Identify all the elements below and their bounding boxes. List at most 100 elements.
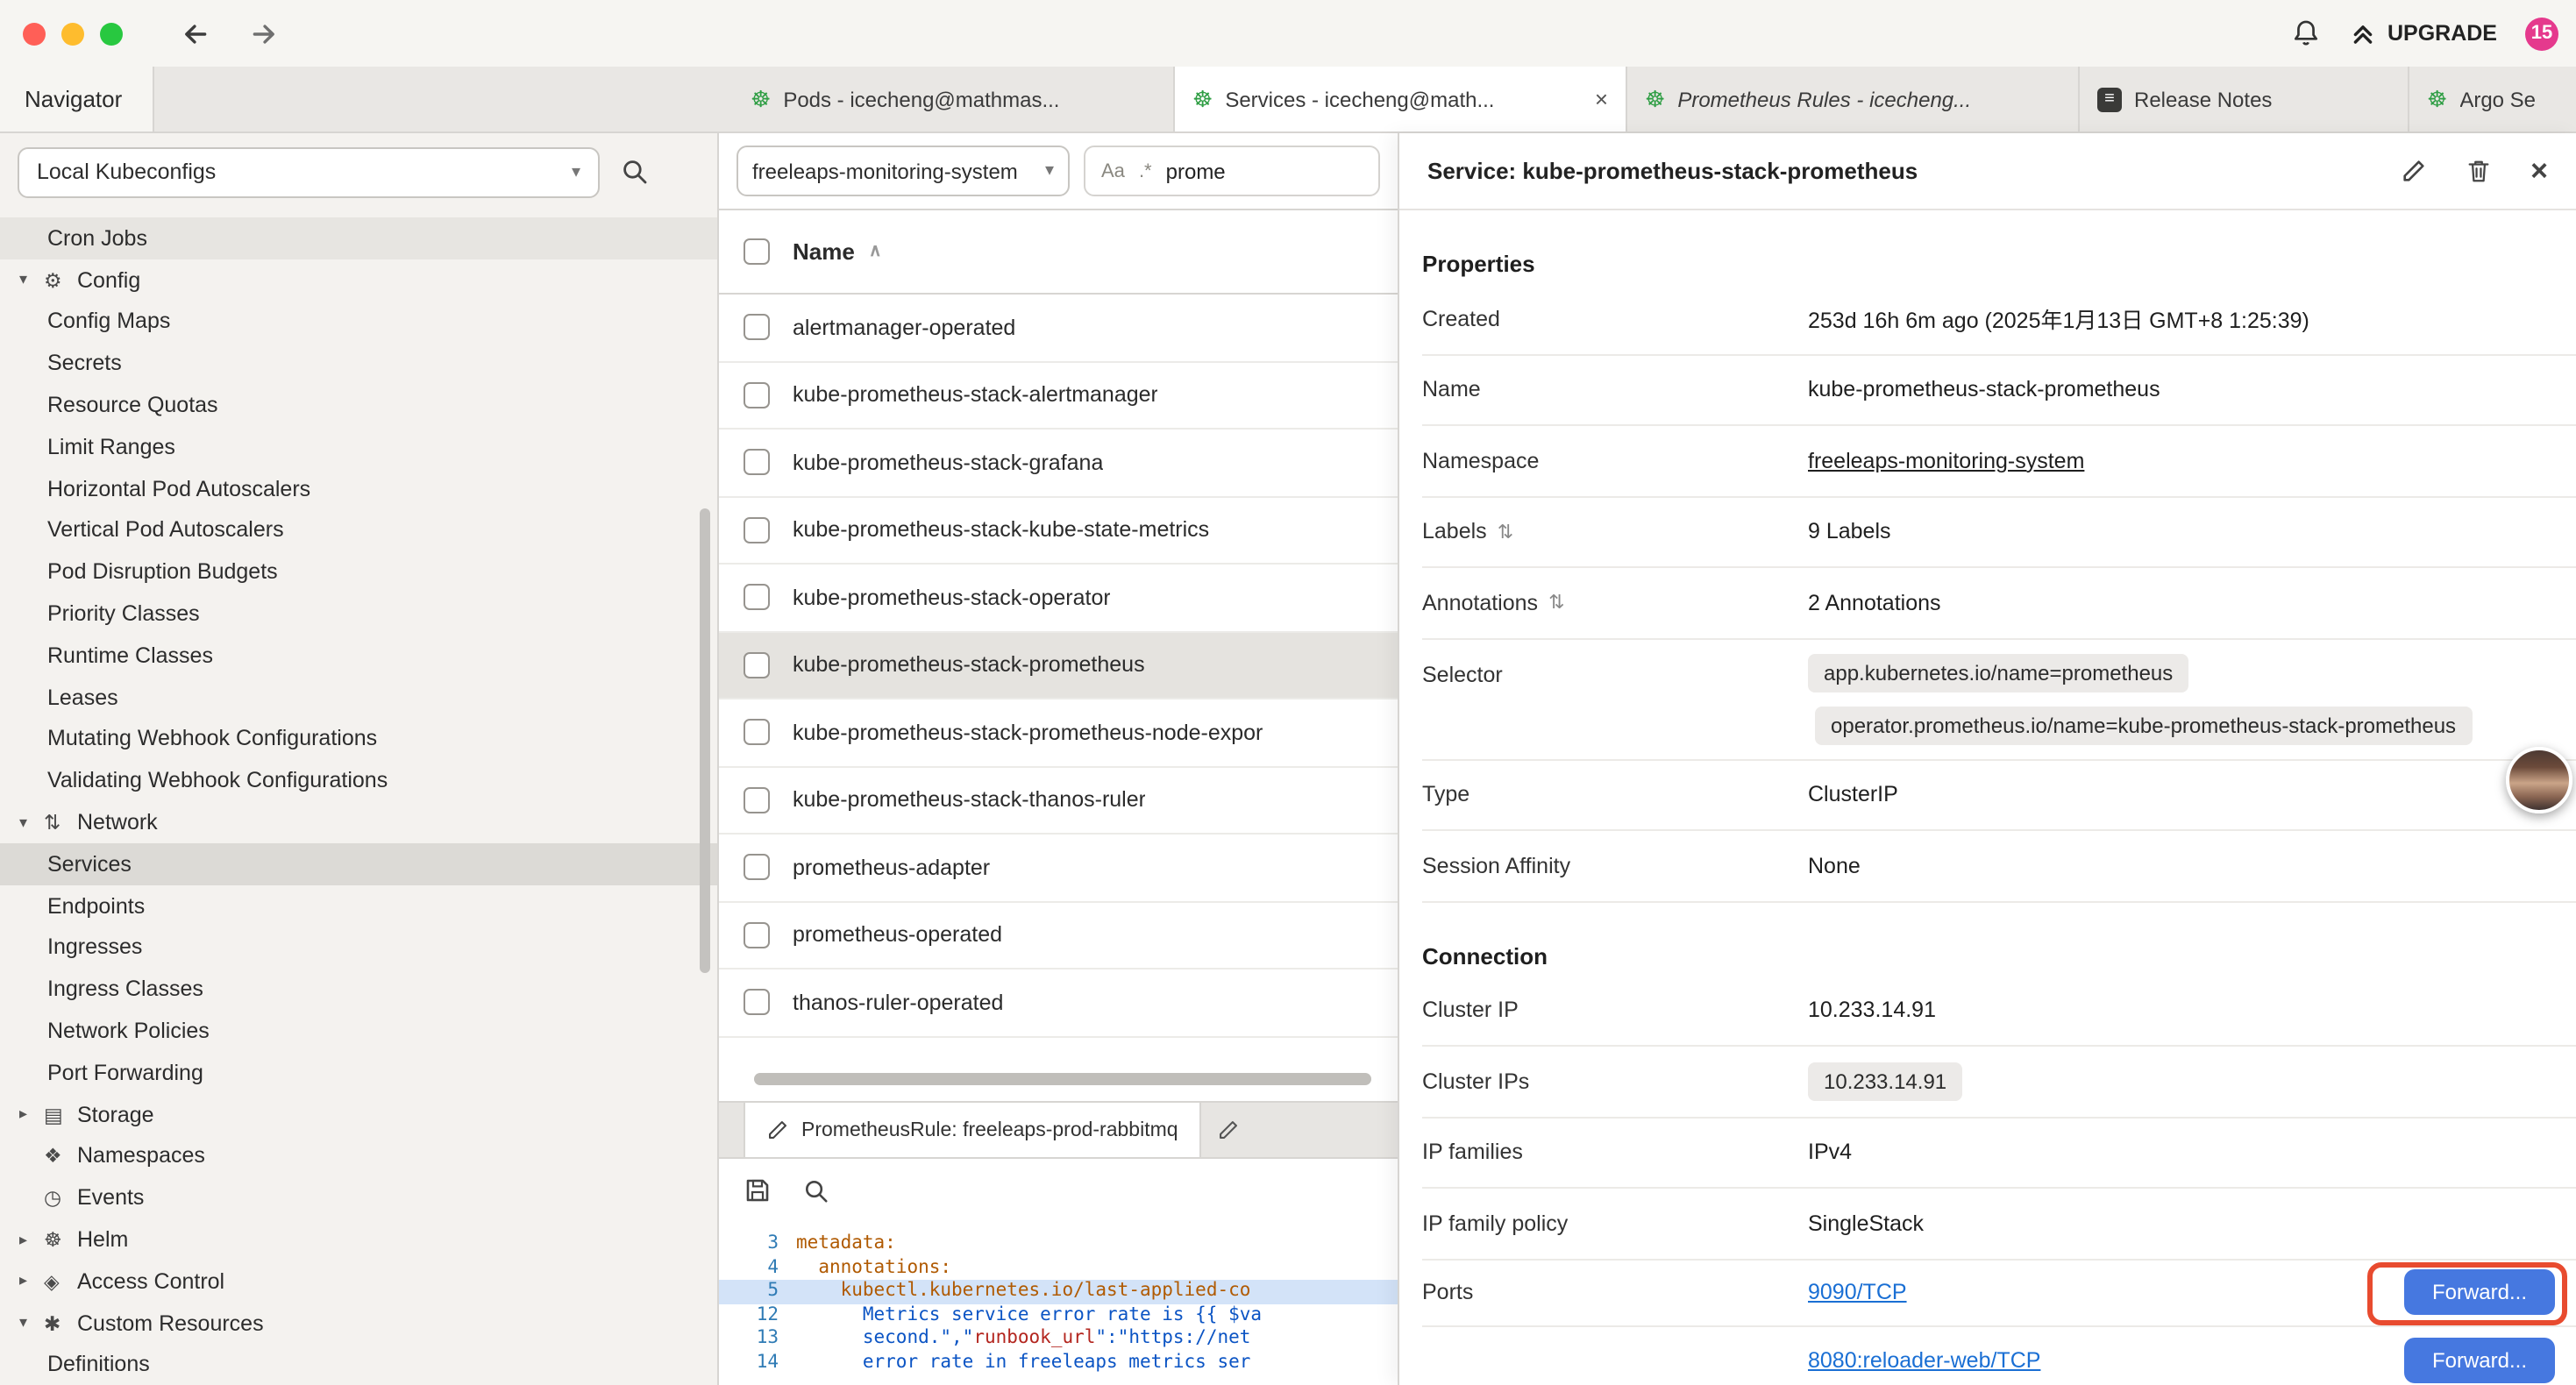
port-link[interactable]: 8080:reloader-web/TCP (1808, 1347, 2040, 1372)
sidebar-item-port-forwarding[interactable]: Port Forwarding (0, 1052, 717, 1094)
row-checkbox[interactable] (744, 450, 770, 476)
back-button[interactable] (181, 18, 210, 48)
service-row-prometheus-adapter[interactable]: prometheus-adapter (719, 835, 1398, 902)
close-window-button[interactable] (23, 22, 46, 45)
code-line[interactable]: 14 error rate in freeleaps metrics ser (719, 1351, 1398, 1374)
service-row-kube-prometheus-stack-prometheus[interactable]: kube-prometheus-stack-prometheus (719, 632, 1398, 700)
match-case-toggle[interactable]: Aa (1101, 160, 1125, 181)
yaml-editor[interactable]: 3metadata:4 annotations:5 kubectl.kubern… (719, 1222, 1398, 1385)
sidebar-item-config-maps[interactable]: Config Maps (0, 301, 717, 343)
notification-count-badge[interactable]: 15 (2525, 17, 2558, 50)
kubeconfig-select[interactable]: Local Kubeconfigs ▾ (18, 146, 600, 197)
forward-button[interactable] (249, 18, 279, 48)
port-link[interactable]: 9090/TCP (1808, 1280, 1907, 1304)
row-checkbox[interactable] (744, 720, 770, 746)
row-checkbox[interactable] (744, 585, 770, 611)
edit-service-button[interactable] (2401, 158, 2427, 184)
sidebar-item-helm[interactable]: ▸☸Helm (0, 1218, 717, 1261)
sidebar-item-priority-classes[interactable]: Priority Classes (0, 593, 717, 635)
chevron-right-icon[interactable]: ▸ (19, 1272, 44, 1291)
sidebar-item-access-control[interactable]: ▸◈Access Control (0, 1261, 717, 1303)
sidebar-item-validating-webhook-configurations[interactable]: Validating Webhook Configurations (0, 760, 717, 802)
sidebar-item-ingress-classes[interactable]: Ingress Classes (0, 969, 717, 1011)
service-row-kube-prometheus-stack-alertmanager[interactable]: kube-prometheus-stack-alertmanager (719, 362, 1398, 430)
chevron-down-icon[interactable]: ▾ (19, 1313, 44, 1332)
row-checkbox[interactable] (744, 855, 770, 881)
close-detail-button[interactable]: × (2530, 156, 2548, 186)
row-checkbox[interactable] (744, 517, 770, 543)
sort-updown-icon[interactable]: ⇅ (1548, 592, 1564, 614)
tab-pods-icecheng-mathmas[interactable]: ☸Pods - icecheng@mathmas... (733, 67, 1175, 131)
row-checkbox[interactable] (744, 315, 770, 341)
chevron-right-icon[interactable]: ▸ (19, 1230, 44, 1249)
sidebar-item-custom-resources[interactable]: ▾✱Custom Resources (0, 1302, 717, 1344)
sidebar-item-horizontal-pod-autoscalers[interactable]: Horizontal Pod Autoscalers (0, 468, 717, 510)
service-row-alertmanager-operated[interactable]: alertmanager-operated (719, 295, 1398, 362)
editor-tab-prometheusrule[interactable]: PrometheusRule: freeleaps-prod-rabbitmq (744, 1103, 1201, 1157)
service-row-thanos-ruler-operated[interactable]: thanos-ruler-operated (719, 970, 1398, 1037)
sidebar-item-cron-jobs[interactable]: Cron Jobs (0, 217, 717, 259)
service-row-kube-prometheus-stack-thanos-ruler[interactable]: kube-prometheus-stack-thanos-ruler (719, 767, 1398, 835)
sidebar-item-network[interactable]: ▾⇅Network (0, 801, 717, 843)
row-checkbox[interactable] (744, 990, 770, 1016)
service-row-kube-prometheus-stack-prometheus-node-expor[interactable]: kube-prometheus-stack-prometheus-node-ex… (719, 700, 1398, 767)
sidebar-item-storage[interactable]: ▸▤Storage (0, 1093, 717, 1135)
close-tab-icon[interactable]: × (1595, 86, 1608, 112)
tab-release-notes[interactable]: ≡Release Notes (2080, 67, 2409, 131)
row-checkbox[interactable] (744, 922, 770, 948)
horizontal-scrollbar[interactable] (754, 1073, 1371, 1085)
sidebar-item-leases[interactable]: Leases (0, 677, 717, 719)
filter-search-input[interactable]: Aa .* prome (1084, 146, 1380, 196)
editor-tab-partial[interactable] (1201, 1103, 1398, 1157)
tab-prometheus-rules-icecheng[interactable]: ☸Prometheus Rules - icecheng... (1627, 67, 2080, 131)
regex-toggle[interactable]: .* (1139, 160, 1152, 181)
code-line[interactable]: 4 annotations: (719, 1256, 1398, 1280)
row-checkbox[interactable] (744, 652, 770, 678)
sidebar-item-runtime-classes[interactable]: Runtime Classes (0, 635, 717, 677)
sidebar-item-network-policies[interactable]: Network Policies (0, 1010, 717, 1052)
user-avatar[interactable] (2506, 747, 2572, 813)
chevron-down-icon[interactable]: ▾ (19, 270, 44, 289)
service-row-kube-prometheus-stack-grafana[interactable]: kube-prometheus-stack-grafana (719, 430, 1398, 497)
sidebar-item-limit-ranges[interactable]: Limit Ranges (0, 426, 717, 468)
select-all-checkbox[interactable] (744, 238, 770, 265)
sidebar-item-ingresses[interactable]: Ingresses (0, 927, 717, 969)
notifications-bell-icon[interactable] (2291, 18, 2323, 49)
sidebar-item-pod-disruption-budgets[interactable]: Pod Disruption Budgets (0, 551, 717, 593)
service-row-kube-prometheus-stack-kube-state-metrics[interactable]: kube-prometheus-stack-kube-state-metrics (719, 497, 1398, 565)
service-row-kube-prometheus-stack-operator[interactable]: kube-prometheus-stack-operator (719, 565, 1398, 632)
editor-search-icon[interactable] (803, 1177, 829, 1204)
namespace-link[interactable]: freeleaps-monitoring-system (1808, 449, 2084, 473)
delete-service-button[interactable] (2466, 158, 2492, 184)
row-checkbox[interactable] (744, 787, 770, 813)
sidebar-item-secrets[interactable]: Secrets (0, 343, 717, 385)
sidebar-item-endpoints[interactable]: Endpoints (0, 885, 717, 927)
sidebar-item-definitions[interactable]: Definitions (0, 1344, 717, 1385)
row-checkbox[interactable] (744, 382, 770, 408)
sidebar-item-events[interactable]: ◷Events (0, 1177, 717, 1219)
sidebar-item-services[interactable]: Services (0, 843, 717, 885)
name-column-header[interactable]: Name (793, 238, 855, 265)
code-line[interactable]: 3metadata: (719, 1232, 1398, 1256)
chevron-down-icon[interactable]: ▾ (19, 813, 44, 832)
sidebar-item-mutating-webhook-configurations[interactable]: Mutating Webhook Configurations (0, 718, 717, 760)
service-row-prometheus-operated[interactable]: prometheus-operated (719, 902, 1398, 970)
sidebar-item-vertical-pod-autoscalers[interactable]: Vertical Pod Autoscalers (0, 509, 717, 551)
maximize-window-button[interactable] (100, 22, 123, 45)
upgrade-button[interactable]: UPGRADE (2351, 20, 2497, 46)
tab-argo-se[interactable]: ☸Argo Se (2409, 67, 2576, 131)
code-line[interactable]: 13 second.","runbook_url":"https://net (719, 1327, 1398, 1351)
sidebar-item-config[interactable]: ▾⚙Config (0, 259, 717, 302)
sort-asc-icon[interactable]: ∧ (869, 242, 882, 261)
forward-button[interactable]: Forward... (2404, 1337, 2555, 1382)
sidebar-item-resource-quotas[interactable]: Resource Quotas (0, 384, 717, 426)
forward-button[interactable]: Forward... (2404, 1269, 2555, 1315)
save-icon[interactable] (744, 1176, 772, 1204)
code-line[interactable]: 5 kubectl.kubernetes.io/last-applied-co (719, 1280, 1398, 1303)
sidebar-search-icon[interactable] (621, 158, 649, 186)
navigator-panel-tab[interactable]: Navigator (0, 67, 154, 131)
code-line[interactable]: 12 Metrics service error rate is {{ $va (719, 1303, 1398, 1327)
minimize-window-button[interactable] (61, 22, 84, 45)
namespace-select[interactable]: freeleaps-monitoring-system ▾ (737, 146, 1070, 196)
sidebar-scrollbar[interactable] (700, 508, 710, 973)
